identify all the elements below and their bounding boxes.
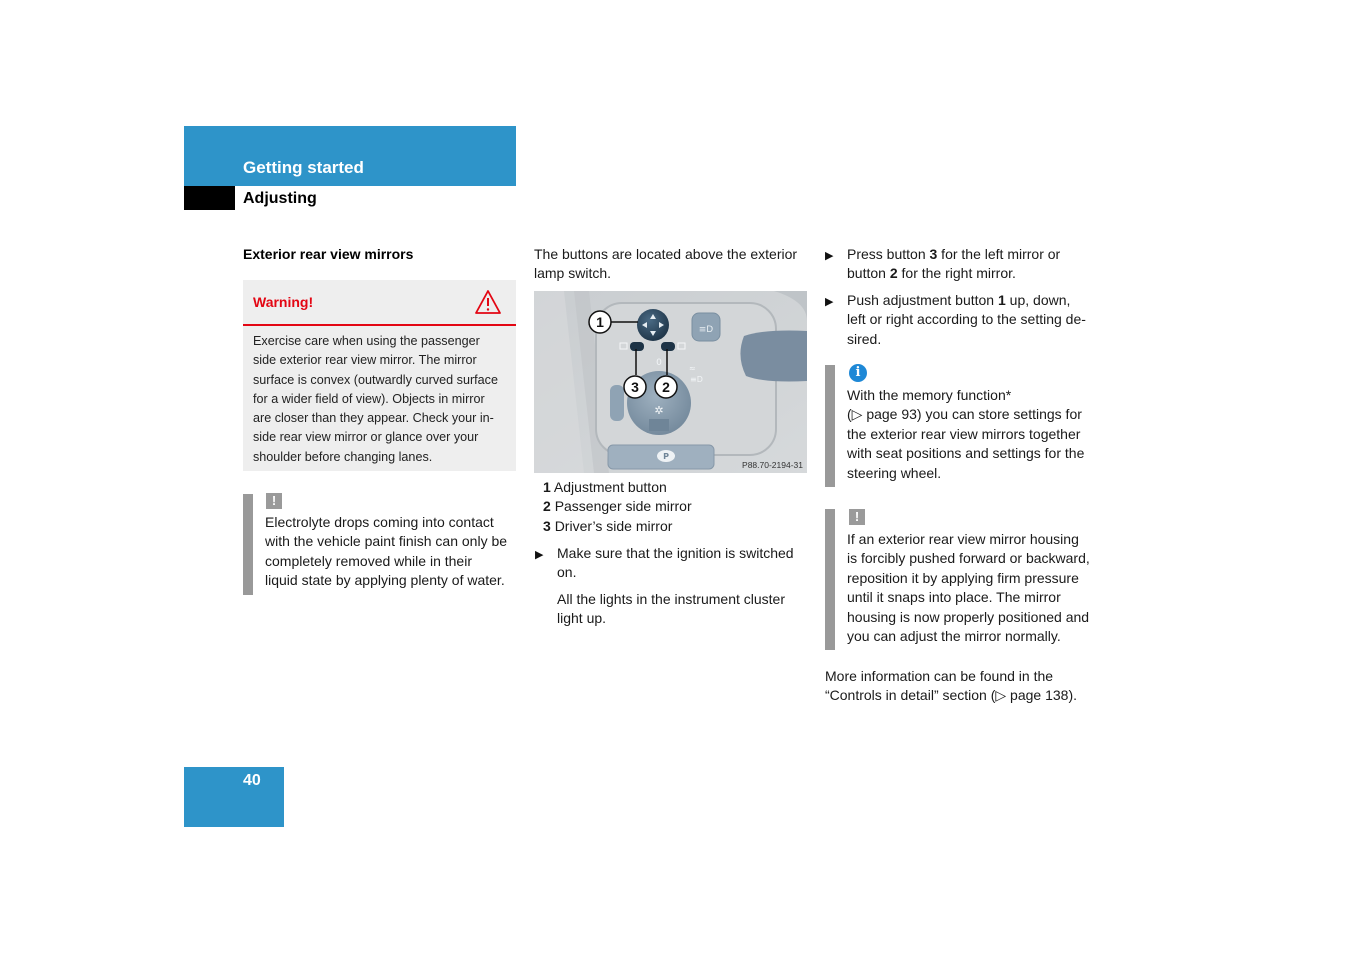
more-info-text: More information can be found in the “Co… (825, 667, 1077, 706)
note-line: If an exterior rear view mirror housing (847, 531, 1079, 547)
warning-triangle-icon (475, 290, 501, 314)
switch-panel-figure: ≡D ✲ 0 ≈ ≡D 1 3 2 P P88.70-2194-31 (534, 291, 807, 473)
chapter-title: Getting started (243, 158, 364, 177)
figure-legend: 1 Adjustment button 2 Passenger side mir… (543, 478, 692, 536)
note-line: completely removed while in their (265, 552, 472, 569)
warning-header: Warning! (243, 280, 516, 326)
info-line: steering wheel. (847, 464, 942, 481)
note-line: is forcibly pushed forward or backward, (847, 550, 1090, 567)
note-bar (243, 494, 253, 595)
bullet-arrow-icon: ▶ (535, 549, 544, 561)
note-line: liquid state by applying plenty of water… (265, 572, 505, 589)
step-push-adjustment: Push adjustment button 1 up, down, left … (847, 291, 1086, 349)
svg-text:0: 0 (656, 358, 662, 368)
step-text: Make sure that the ignition is switched … (557, 544, 794, 583)
warning-box: Warning! Exercise care when using the pa… (243, 280, 516, 471)
step-line: left or right according to the setting d… (847, 311, 1086, 328)
result-line: light up. (557, 610, 607, 627)
warning-line: Exercise care when using the passenger (253, 334, 480, 348)
step-line: Push adjustment button 1 up, down, (847, 292, 1071, 308)
switch-panel-illustration: ≡D ✲ 0 ≈ ≡D 1 3 2 P P88.70-2194-31 (534, 291, 807, 473)
legend-item: 2 Passenger side mirror (543, 498, 692, 515)
svg-text:≡D: ≡D (699, 325, 714, 335)
info-line: the exterior rear view mirrors together (847, 425, 1081, 442)
result-text: All the lights in the instrument cluster… (557, 590, 785, 629)
more-info-line: More information can be found in the (825, 668, 1054, 684)
step-line: on. (557, 564, 577, 581)
note-line: housing is now properly positioned and (847, 608, 1090, 625)
figure-code: P88.70-2194-31 (742, 460, 803, 470)
info-line: with seat positions and settings for the (847, 445, 1085, 462)
subheading: Exterior rear view mirrors (243, 246, 414, 262)
note-text: If an exterior rear view mirror housing … (847, 530, 1090, 646)
callout-1: 1 (588, 310, 612, 334)
info-line: With the memory function* (847, 387, 1012, 403)
intro-line: lamp switch. (534, 265, 612, 282)
note-text: Electrolyte drops coming into contact wi… (265, 513, 507, 591)
section-title: Adjusting (243, 190, 317, 207)
page-number: 40 (243, 772, 261, 789)
warning-label: Warning! (253, 294, 314, 310)
warning-line: surface is convex (outwardly curved surf… (253, 372, 498, 387)
step-line: button 2 for the right mirror. (847, 265, 1016, 282)
callout-3: 3 (623, 375, 647, 399)
svg-text:P: P (663, 452, 669, 461)
warning-line: side rear view mirror or glance over you… (253, 430, 479, 445)
svg-text:≡D: ≡D (690, 375, 703, 384)
legend-item: 1 Adjustment button (543, 479, 667, 495)
info-bar (825, 365, 835, 487)
svg-text:≈: ≈ (689, 364, 696, 373)
legend-item: 3 Driver’s side mirror (543, 517, 673, 534)
note-bar (825, 509, 835, 650)
bullet-arrow-icon: ▶ (825, 250, 834, 262)
svg-text:1: 1 (596, 314, 604, 330)
step-press-button: Press button 3 for the left mirror or bu… (847, 245, 1060, 284)
step-line: Press button 3 for the left mirror or (847, 246, 1061, 262)
intro-line: The buttons are located above the exteri… (534, 246, 798, 262)
step-line: Make sure that the ignition is switched (557, 545, 794, 561)
svg-text:✲: ✲ (654, 404, 663, 417)
intro-text: The buttons are located above the exteri… (534, 245, 797, 284)
warning-line: are closer than they appear. Check your … (253, 411, 494, 426)
callout-2: 2 (654, 375, 678, 399)
note-line: until it snaps into place. The mirror (847, 589, 1061, 606)
info-text: With the memory function* (▷ page 93) yo… (847, 386, 1084, 483)
svg-text:3: 3 (631, 379, 639, 395)
note-line: you can adjust the mirror normally. (847, 628, 1061, 645)
step-line: sired. (847, 330, 882, 347)
warning-text: Exercise care when using the passenger s… (243, 326, 516, 467)
note-line: reposition it by applying firm pressure (847, 569, 1079, 586)
exclamation-icon: ! (849, 509, 865, 525)
bullet-arrow-icon: ▶ (825, 296, 834, 308)
result-line: All the lights in the instrument cluster (557, 591, 785, 607)
section-marker (184, 186, 235, 210)
info-icon: i (849, 364, 867, 382)
page-link[interactable]: (▷ page 93) you can store settings for (847, 405, 1084, 424)
warning-line: for a wider field of view). Objects in m… (253, 391, 485, 406)
svg-text:2: 2 (662, 379, 670, 395)
note-line: with the vehicle paint finish can only b… (265, 533, 508, 550)
warning-line: shoulder before changing lanes. (253, 449, 433, 464)
warning-line: side exterior rear view mirror. The mirr… (253, 353, 477, 368)
note-line: Electrolyte drops coming into contact (265, 514, 494, 530)
page-number-box (184, 767, 284, 827)
page-link[interactable]: “Controls in detail” section (▷ page 138… (825, 686, 1077, 705)
exclamation-icon: ! (266, 493, 282, 509)
